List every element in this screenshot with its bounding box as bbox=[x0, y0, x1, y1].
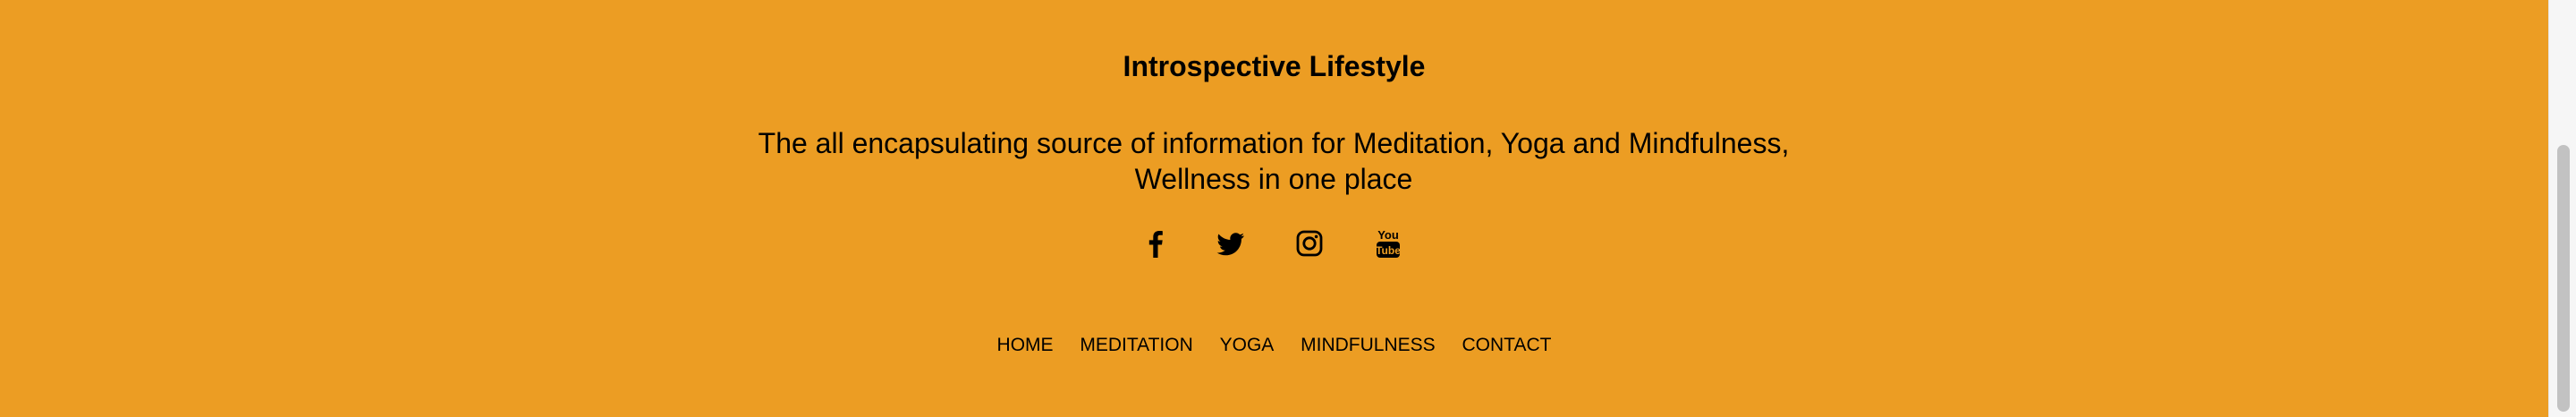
footer-nav: HOME MEDITATION YOGA MINDFULNESS CONTACT bbox=[0, 333, 2548, 358]
facebook-icon[interactable] bbox=[1138, 226, 1174, 261]
site-footer: Introspective Lifestyle The all encapsul… bbox=[0, 0, 2548, 417]
youtube-icon[interactable]: You Tube bbox=[1370, 226, 1406, 261]
svg-text:You: You bbox=[1377, 228, 1399, 242]
nav-link-contact[interactable]: CONTACT bbox=[1462, 333, 1552, 358]
nav-link-home[interactable]: HOME bbox=[997, 333, 1054, 358]
nav-link-meditation[interactable]: MEDITATION bbox=[1080, 333, 1192, 358]
scrollbar-thumb[interactable] bbox=[2557, 145, 2570, 412]
instagram-icon[interactable] bbox=[1292, 226, 1327, 261]
social-links: You Tube bbox=[0, 226, 2548, 261]
footer-tagline: The all encapsulating source of informat… bbox=[758, 127, 1790, 195]
vertical-scrollbar[interactable] bbox=[2548, 0, 2576, 417]
nav-link-yoga[interactable]: YOGA bbox=[1220, 333, 1275, 358]
twitter-icon[interactable] bbox=[1213, 226, 1249, 261]
nav-link-mindfulness[interactable]: MINDFULNESS bbox=[1301, 333, 1436, 358]
svg-text:Tube: Tube bbox=[1376, 244, 1401, 257]
footer-brand-title: Introspective Lifestyle bbox=[1123, 50, 1426, 82]
